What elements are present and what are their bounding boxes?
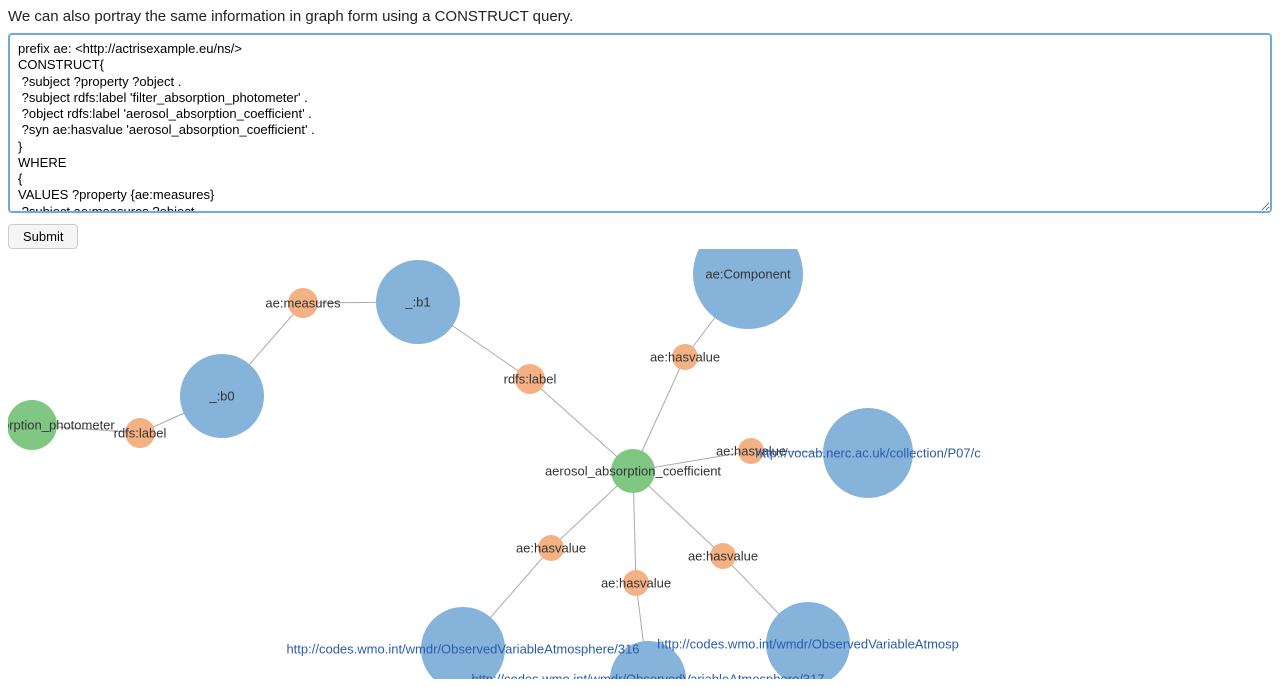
graph-node-label: ae:hasvalue <box>688 549 758 564</box>
graph-node-label: http://vocab.nerc.ac.uk/collection/P07/c <box>755 446 980 461</box>
graph-node-label: rdfs:label <box>114 426 167 441</box>
intro-text: We can also portray the same information… <box>8 8 1272 25</box>
graph-node-label: http://codes.wmo.int/wmdr/ObservedVariab… <box>657 637 959 652</box>
graph-node-label: rdfs:label <box>504 372 557 387</box>
graph-node[interactable] <box>693 249 803 329</box>
graph-node-label: filter_absorption_photometer <box>8 418 115 433</box>
graph-node-label: http://codes.wmo.int/wmdr/ObservedVariab… <box>471 672 824 680</box>
graph-node-label: ae:hasvalue <box>650 350 720 365</box>
graph-node-label: ae:measures <box>265 296 340 311</box>
graph-node-label: ae:hasvalue <box>516 541 586 556</box>
sparql-query-input[interactable] <box>8 33 1272 213</box>
submit-button[interactable]: Submit <box>8 224 78 249</box>
graph-node-label: ae:Component <box>705 267 790 282</box>
graph-node-label: _:b1 <box>405 295 430 310</box>
graph-node-label: ae:hasvalue <box>601 576 671 591</box>
graph-visualization[interactable]: _:b0_:b1ae:measuresrdfs:labelfilter_abso… <box>8 249 1268 679</box>
graph-node-label: http://codes.wmo.int/wmdr/ObservedVariab… <box>286 642 639 657</box>
graph-node-label: aerosol_absorption_coefficient <box>545 464 721 479</box>
graph-node-label: _:b0 <box>209 389 234 404</box>
